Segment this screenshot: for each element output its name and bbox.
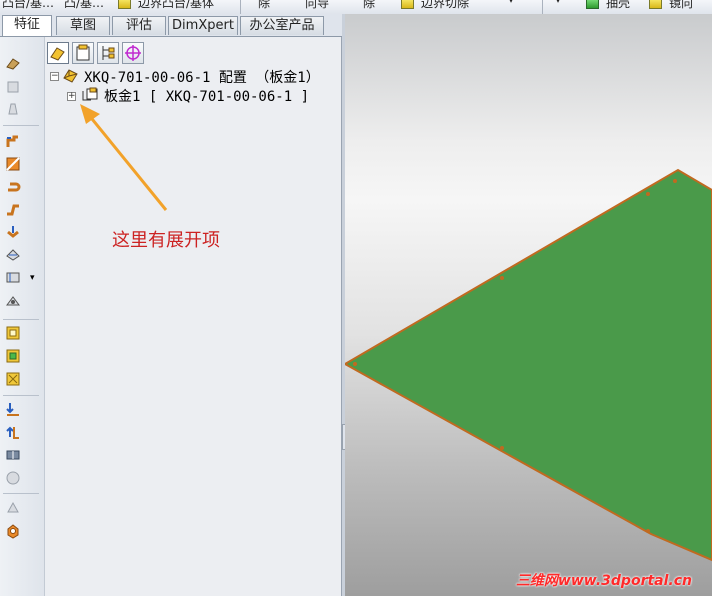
insert-bends-icon[interactable] bbox=[5, 424, 21, 440]
no-bends-icon[interactable] bbox=[5, 401, 21, 417]
toolbar-separator bbox=[3, 493, 39, 494]
sheet-metal-model[interactable] bbox=[345, 14, 712, 596]
tab-office-products[interactable]: 办公室产品 bbox=[240, 16, 324, 35]
configuration-manager-icon bbox=[102, 46, 115, 60]
cross-break-icon[interactable] bbox=[5, 246, 21, 262]
toolbar-separator bbox=[3, 319, 39, 320]
convert-to-sheet-metal-icon[interactable] bbox=[5, 79, 21, 95]
toolbar-item-cut-2[interactable]: 除 bbox=[363, 0, 375, 11]
boundary-cut-icon bbox=[401, 0, 414, 9]
jog-icon[interactable] bbox=[5, 201, 21, 217]
hole bbox=[353, 362, 357, 366]
vent-icon[interactable] bbox=[5, 470, 21, 486]
welded-corner-icon[interactable] bbox=[5, 293, 21, 309]
feature-tree-icon bbox=[50, 47, 65, 61]
hole bbox=[673, 179, 677, 183]
hole bbox=[500, 446, 504, 450]
hem-icon[interactable] bbox=[5, 178, 21, 194]
fold-icon[interactable] bbox=[5, 348, 21, 364]
tree-collapse-button[interactable]: − bbox=[50, 72, 59, 81]
sheet-metal-toolbar: ▾ bbox=[0, 37, 45, 596]
chevron-down-icon[interactable]: ▾ bbox=[555, 0, 561, 6]
tree-item-configuration[interactable]: XKQ-701-00-06-1 配置 （板金1） bbox=[84, 67, 320, 87]
toolbar-separator bbox=[542, 0, 543, 14]
crosshair-icon bbox=[125, 45, 141, 61]
tab-property-manager[interactable] bbox=[72, 42, 94, 64]
toolbar-item-boundary-boss[interactable]: 边界凸台/基体 bbox=[138, 0, 214, 11]
toolbar-separator bbox=[3, 125, 39, 126]
sheet-metal-plate[interactable] bbox=[345, 168, 712, 562]
part-icon bbox=[63, 69, 78, 83]
toolbar-separator bbox=[240, 0, 241, 14]
unfold-icon[interactable] bbox=[5, 325, 21, 341]
annotation-text: 这里有展开项 bbox=[112, 230, 220, 251]
flatten-icon[interactable] bbox=[5, 371, 21, 387]
toolbar-item-cut-1[interactable]: 除 bbox=[258, 0, 270, 11]
rip-icon[interactable] bbox=[5, 447, 21, 463]
toolbar-item-shell[interactable]: 抽壳 bbox=[606, 0, 630, 11]
annotation-arrow bbox=[80, 104, 168, 211]
toolbar-item-extrude-boss[interactable]: 凸台/基… bbox=[2, 0, 54, 11]
chevron-down-icon[interactable]: ▾ bbox=[30, 273, 35, 283]
tab-sketch[interactable]: 草图 bbox=[56, 16, 110, 35]
tab-feature-tree[interactable] bbox=[47, 42, 69, 64]
hole bbox=[646, 192, 650, 196]
toolbar-item-hole-wizard[interactable]: 向导 bbox=[305, 0, 329, 11]
property-manager-icon bbox=[76, 44, 90, 61]
graphics-viewport[interactable]: 三维网www.3dportal.cn bbox=[345, 14, 712, 596]
shell-icon bbox=[586, 0, 599, 9]
toolbar-item-mirror[interactable]: 镜向 bbox=[669, 0, 693, 11]
toolbar-separator bbox=[3, 395, 39, 396]
boundary-boss-icon bbox=[118, 0, 131, 9]
simple-hole-icon[interactable] bbox=[5, 523, 21, 539]
tab-evaluate[interactable]: 评估 bbox=[112, 16, 166, 35]
command-tab-bar: 特征 草图 评估 DimXpert 办公室产品 bbox=[0, 14, 344, 37]
edge-flange-icon[interactable] bbox=[5, 134, 21, 150]
command-toolbar: 凸台/基… 凸/基… 边界凸台/基体 除 向导 除 边界切除 ▾ ▾ 抽壳 镜向 bbox=[0, 0, 712, 15]
toolbar-item-boundary-cut[interactable]: 边界切除 bbox=[421, 0, 469, 11]
lofted-bend-icon[interactable] bbox=[5, 101, 21, 117]
miter-flange-icon[interactable] bbox=[5, 156, 21, 172]
hole bbox=[500, 276, 504, 280]
closed-corner-icon[interactable] bbox=[5, 269, 21, 285]
chevron-down-icon[interactable]: ▾ bbox=[508, 0, 514, 6]
extruded-cut-icon[interactable] bbox=[5, 500, 21, 516]
sketched-bend-icon[interactable] bbox=[5, 224, 21, 240]
tab-dimxpert-manager[interactable] bbox=[122, 42, 144, 64]
watermark: 三维网www.3dportal.cn bbox=[515, 573, 692, 589]
mirror-icon bbox=[649, 0, 662, 9]
tab-features[interactable]: 特征 bbox=[2, 15, 52, 36]
toolbar-item-revolve-boss[interactable]: 凸/基… bbox=[64, 0, 104, 11]
hole bbox=[646, 529, 650, 533]
tab-dimxpert[interactable]: DimXpert bbox=[168, 16, 238, 35]
base-flange-icon[interactable] bbox=[5, 55, 21, 71]
tab-configuration-manager[interactable] bbox=[97, 42, 119, 64]
